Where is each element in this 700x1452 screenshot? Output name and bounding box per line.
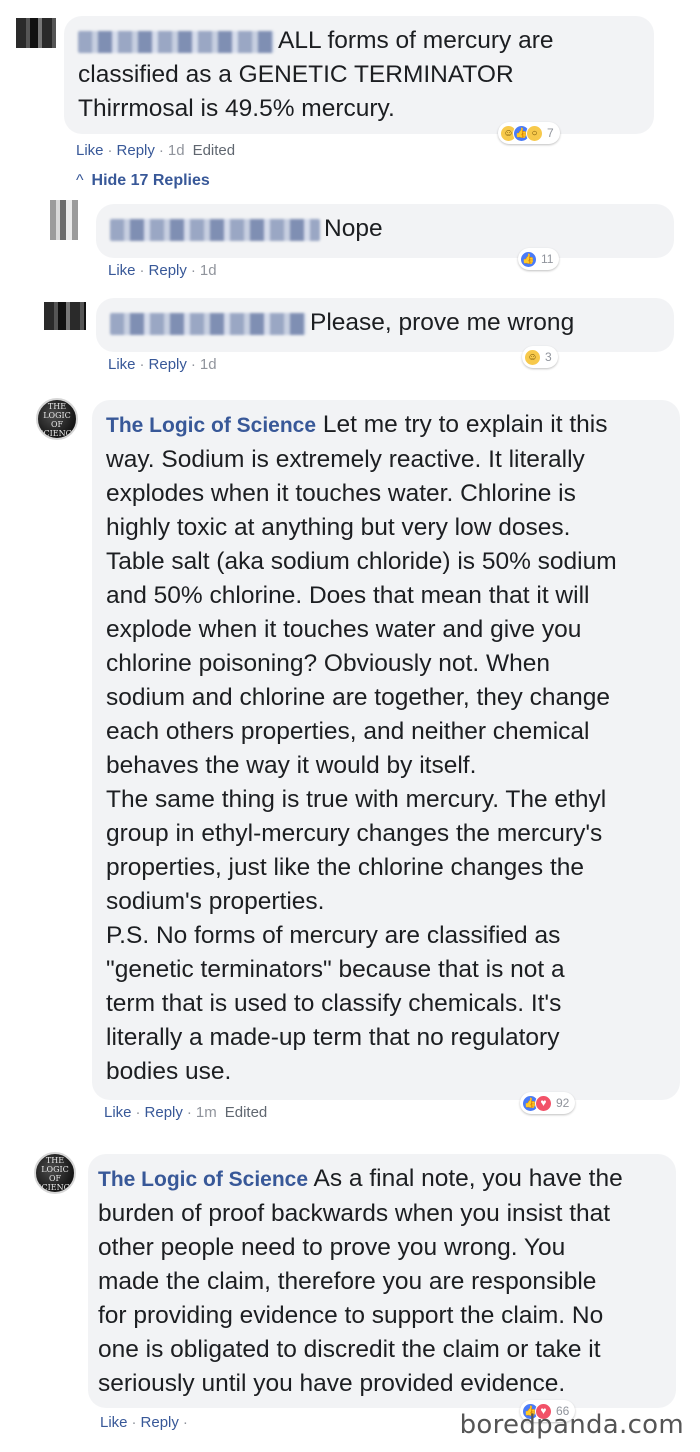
timestamp[interactable]: 1d — [200, 356, 217, 373]
hide-replies-link[interactable]: ^ Hide 17 Replies — [76, 172, 210, 190]
author-name[interactable] — [110, 312, 306, 335]
reply-link[interactable]: Reply — [117, 142, 155, 159]
reactions-badge[interactable]: ☺ 👍 ○ 7 — [498, 122, 560, 144]
comment-actions: Like · Reply · 1m Edited — [104, 1104, 268, 1121]
avatar-logic-of-science[interactable]: THE LOGIC OF SCIENCE — [36, 398, 78, 440]
avatar[interactable] — [16, 18, 56, 48]
reply-link[interactable]: Reply — [149, 262, 187, 279]
edited-label: Edited — [192, 142, 236, 159]
reply-link[interactable]: Reply — [141, 1414, 179, 1431]
comment-bubble: The Logic of Science As a final note, yo… — [88, 1154, 676, 1408]
comment-text: The Logic of Science As a final note, yo… — [98, 1165, 623, 1397]
like-link[interactable]: Like — [108, 356, 136, 373]
author-name[interactable]: The Logic of Science — [106, 414, 316, 437]
logo-text: THE LOGIC OF SCIENCE — [36, 1156, 76, 1192]
like-link[interactable]: Like — [104, 1104, 132, 1121]
timestamp[interactable]: 1d — [168, 142, 185, 159]
reactions-badge[interactable]: 👍 ♥ 92 — [520, 1092, 576, 1114]
comment-bubble: Please, prove me wrong — [96, 298, 674, 352]
chevron-up-icon: ^ — [76, 172, 84, 189]
comment-bubble: The Logic of Science Let me try to expla… — [92, 400, 680, 1100]
reactions-badge[interactable]: ☺ 3 — [522, 346, 558, 368]
reaction-count: 92 — [556, 1096, 570, 1110]
reply-link[interactable]: Reply — [145, 1104, 183, 1121]
comment-text: ALL forms of mercury are classified as a… — [78, 27, 554, 122]
like-icon: 👍 — [520, 250, 537, 268]
comment-bubble: ALL forms of mercury are classified as a… — [64, 16, 654, 134]
timestamp[interactable]: 1d — [200, 262, 217, 279]
love-icon: ♥ — [535, 1094, 552, 1112]
edited-label: Edited — [224, 1104, 268, 1121]
reaction-count: 3 — [545, 350, 552, 364]
like-link[interactable]: Like — [100, 1414, 128, 1431]
comment-text: Nope — [110, 212, 660, 246]
author-name[interactable]: The Logic of Science — [98, 1168, 308, 1191]
comment-text: Please, prove me wrong — [110, 306, 660, 340]
comment-actions: Like · Reply · 1d — [108, 356, 217, 373]
logo-text: THE LOGIC OF SCIENCE — [38, 402, 78, 438]
avatar-logic-of-science[interactable]: THE LOGIC OF SCIENCE — [34, 1152, 76, 1194]
comment-actions: Like · Reply · 1d Edited — [76, 142, 236, 159]
author-name[interactable] — [78, 30, 274, 53]
comment-actions: Like · Reply · 1d — [108, 262, 217, 279]
watermark: boredpanda.com — [459, 1410, 684, 1440]
reaction-count: 11 — [541, 252, 554, 266]
avatar[interactable] — [44, 302, 86, 330]
reactions-badge[interactable]: 👍 11 — [518, 248, 560, 270]
comment-text: The Logic of Science Let me try to expla… — [106, 411, 617, 1085]
reply-link[interactable]: Reply — [149, 356, 187, 373]
reaction-count: 7 — [547, 126, 554, 140]
like-link[interactable]: Like — [76, 142, 104, 159]
comment-bubble: Nope — [96, 204, 674, 258]
author-name[interactable] — [110, 218, 320, 241]
timestamp[interactable]: 1m — [196, 1104, 217, 1121]
avatar[interactable] — [50, 200, 78, 240]
comment-actions: Like · Reply · — [100, 1414, 188, 1431]
like-link[interactable]: Like — [108, 262, 136, 279]
wow-icon: ○ — [526, 124, 543, 142]
haha-icon: ☺ — [524, 348, 541, 366]
